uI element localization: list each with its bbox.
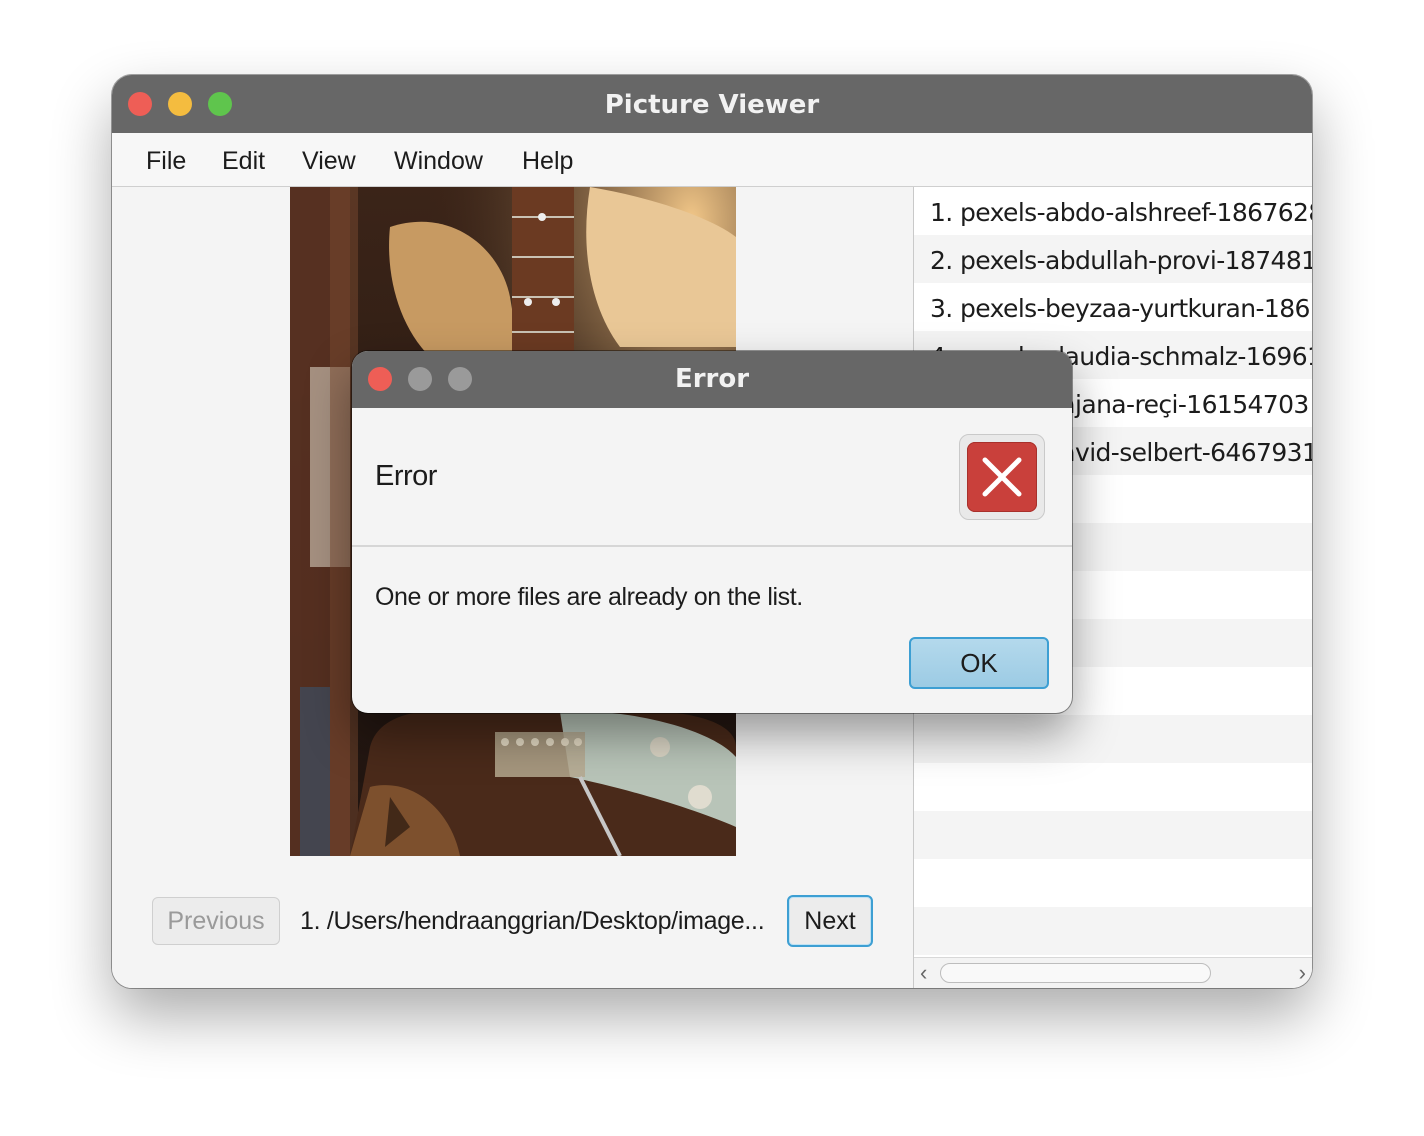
empty-row (914, 811, 1312, 859)
empty-row (914, 715, 1312, 763)
list-item-label: 3. pexels-beyzaa-yurtkuran-18617 (930, 294, 1312, 323)
list-item[interactable]: 1. pexels-abdo-alshreef-18676286 (914, 187, 1312, 235)
next-button[interactable]: Next (787, 895, 873, 947)
menu-edit[interactable]: Edit (222, 147, 265, 176)
title-bar[interactable]: Picture Viewer (112, 75, 1312, 133)
list-item-label: 2. pexels-abdullah-provi-18748154 (930, 246, 1312, 275)
error-dialog: Error Error One or more files are alread… (352, 351, 1072, 713)
dialog-message: One or more files are already on the lis… (375, 583, 803, 611)
window-title: Picture Viewer (604, 90, 820, 120)
scroll-left-icon[interactable]: ‹ (920, 960, 927, 986)
menu-view[interactable]: View (302, 147, 356, 176)
list-item[interactable]: 2. pexels-abdullah-provi-18748154 (914, 235, 1312, 283)
menu-bar: File Edit View Window Help (112, 133, 1312, 187)
dialog-title-bar[interactable]: Error (352, 351, 1072, 408)
menu-file[interactable]: File (146, 147, 186, 176)
horizontal-scrollbar[interactable]: ‹ › (914, 957, 1312, 988)
menu-help[interactable]: Help (522, 147, 573, 176)
empty-row (914, 763, 1312, 811)
empty-row (914, 907, 1312, 955)
dialog-title: Error (674, 364, 750, 394)
menu-window[interactable]: Window (394, 147, 483, 176)
current-file-path: 1. /Users/hendraanggrian/Desktop/image..… (300, 907, 765, 935)
error-x-icon (959, 434, 1045, 520)
ok-button[interactable]: OK (909, 637, 1049, 689)
list-item[interactable]: 3. pexels-beyzaa-yurtkuran-18617 (914, 283, 1312, 331)
empty-row (914, 859, 1312, 907)
list-item-label: 1. pexels-abdo-alshreef-18676286 (930, 198, 1312, 227)
previous-button[interactable]: Previous (152, 897, 280, 945)
dialog-header-text: Error (375, 460, 437, 492)
scroll-right-icon[interactable]: › (1299, 960, 1306, 986)
scrollbar-thumb[interactable] (940, 963, 1211, 983)
dialog-header: Error (352, 408, 1072, 547)
